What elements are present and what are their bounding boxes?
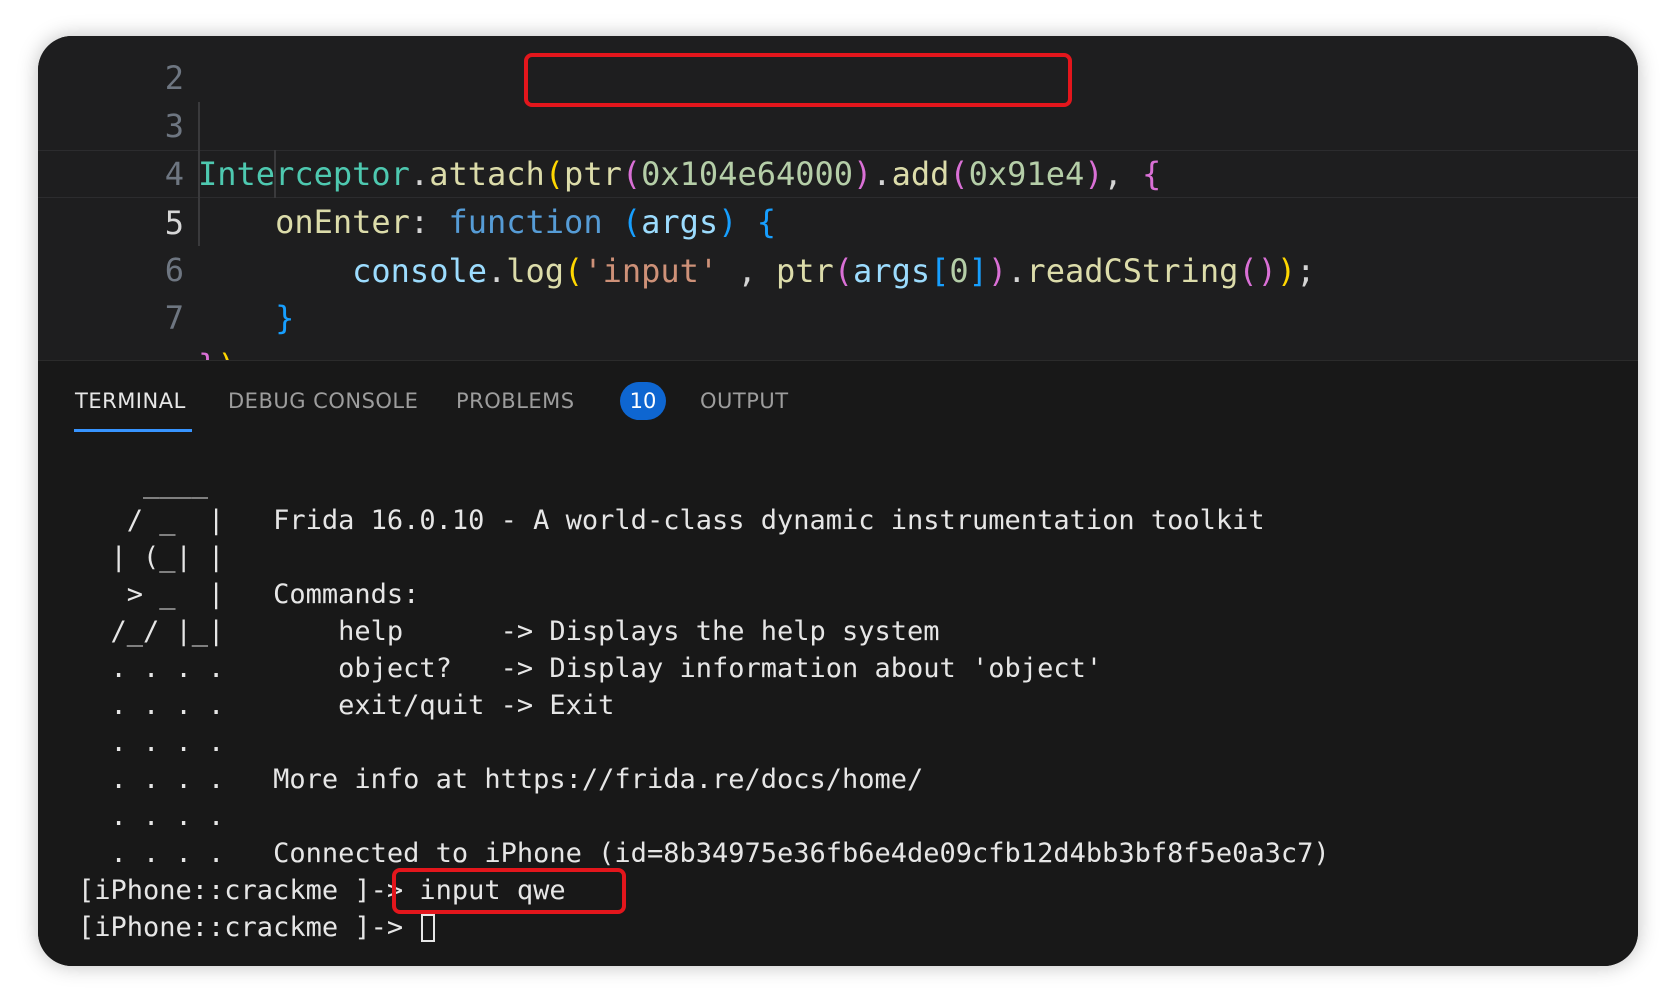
- terminal-output[interactable]: ____ / _ | Frida 16.0.10 - A world-class…: [38, 441, 1638, 961]
- terminal-line: . . . .: [78, 801, 225, 832]
- code-line-2: 2: [38, 36, 1638, 97]
- terminal-line: . . . . exit/quit -> Exit: [78, 690, 615, 721]
- terminal-line: . . . .: [78, 727, 225, 758]
- code-text: }: [275, 299, 295, 337]
- highlight-box-input: [392, 868, 626, 914]
- terminal-line: / _ | Frida 16.0.10 - A world-class dyna…: [78, 505, 1265, 536]
- bottom-panel: TERMINAL DEBUG CONSOLE PROBLEMS 10 OUTPU…: [38, 360, 1638, 966]
- terminal-line: ____: [78, 468, 209, 499]
- panel-tabs: TERMINAL DEBUG CONSOLE PROBLEMS 10 OUTPU…: [38, 361, 1638, 437]
- vscode-window: 2 3 Interceptor.attach(ptr(0x104e64000).…: [38, 36, 1638, 966]
- indent-guide: [274, 150, 276, 198]
- terminal-line: | (_| |: [78, 542, 225, 573]
- terminal-prompt[interactable]: [iPhone::crackme ]->: [78, 909, 436, 946]
- highlight-box-ptr-add: [524, 53, 1072, 107]
- tab-terminal[interactable]: TERMINAL: [75, 381, 186, 421]
- terminal-line: . . . . Connected to iPhone (id=8b34975e…: [78, 838, 1330, 869]
- terminal-cursor: [421, 914, 436, 942]
- code-line-5[interactable]: 5 console.log('input' , ptr(args[0]).rea…: [38, 150, 1638, 290]
- problems-count-badge: 10: [620, 382, 666, 420]
- tab-output[interactable]: OUTPUT: [700, 381, 789, 421]
- terminal-line: . . . . More info at https://frida.re/do…: [78, 764, 924, 795]
- code-line-6[interactable]: 6 }: [38, 198, 1638, 337]
- code-editor[interactable]: 2 3 Interceptor.attach(ptr(0x104e64000).…: [38, 36, 1638, 385]
- tab-problems[interactable]: PROBLEMS: [456, 381, 575, 421]
- terminal-line: . . . . object? -> Display information a…: [78, 653, 1103, 684]
- terminal-line: /_/ |_| help -> Displays the help system: [78, 616, 940, 647]
- active-tab-indicator: [74, 429, 192, 432]
- code-line-7[interactable]: 7 });: [38, 246, 1638, 385]
- line-number: 7: [164, 299, 184, 337]
- prompt-text: [iPhone::crackme ]->: [78, 912, 420, 943]
- indent-guide: [198, 102, 200, 246]
- code-line-4[interactable]: 4 onEnter: function (args) {: [38, 102, 1638, 241]
- tab-debug-console[interactable]: DEBUG CONSOLE: [228, 381, 418, 421]
- terminal-line: > _ | Commands:: [78, 579, 420, 610]
